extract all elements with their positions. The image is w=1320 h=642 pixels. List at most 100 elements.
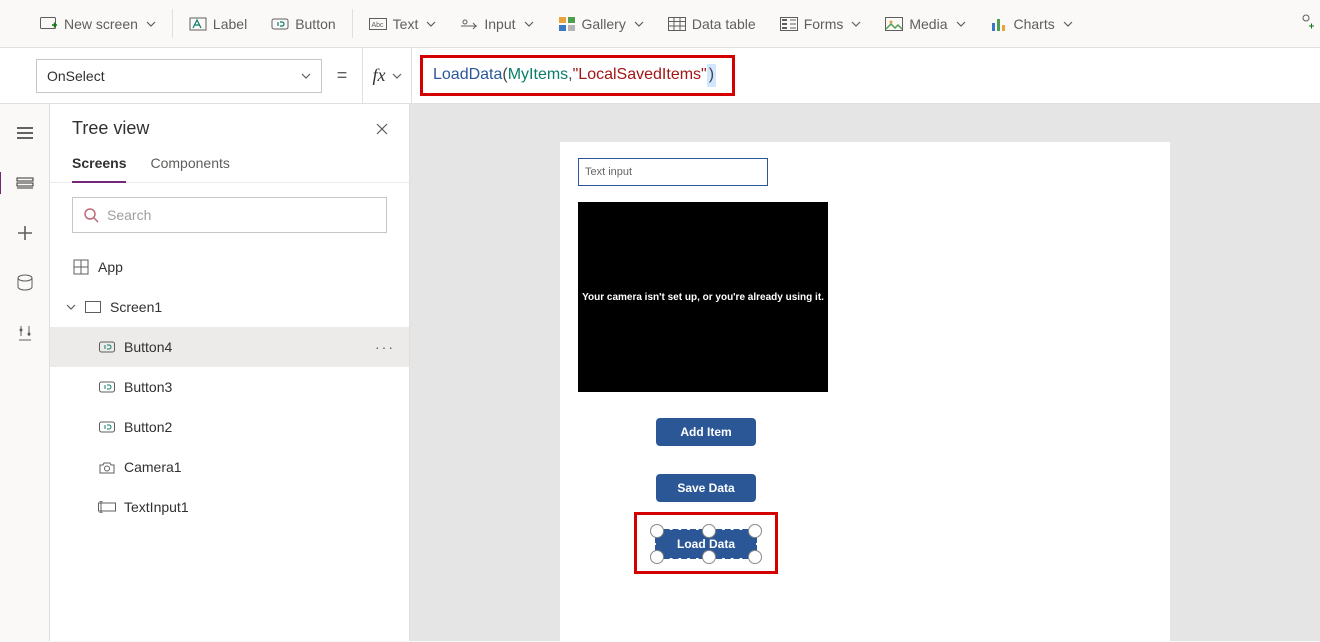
- chevron-down-icon: [956, 19, 966, 29]
- label-icon: [189, 15, 207, 33]
- insert-media-label: Media: [909, 16, 947, 32]
- button-icon: [98, 378, 116, 396]
- load-data-label: Load Data: [677, 537, 735, 551]
- insert-forms-label: Forms: [804, 16, 844, 32]
- ribbon: New screen Label Button Abc Text Input G…: [0, 0, 1320, 48]
- insert-charts-label: Charts: [1014, 16, 1055, 32]
- tree-node-app[interactable]: App: [50, 247, 409, 287]
- app-icon: [72, 258, 90, 276]
- ribbon-divider: [352, 9, 353, 37]
- tree-node-camera1[interactable]: Camera1: [50, 447, 409, 487]
- insert-input-label: Input: [484, 16, 515, 32]
- formula-input[interactable]: LoadData( MyItems, "LocalSavedItems" ): [420, 52, 1296, 100]
- data-table-icon: [668, 15, 686, 33]
- property-value: OnSelect: [47, 68, 105, 84]
- tree-view-panel: Tree view Screens Components Search App …: [50, 104, 410, 641]
- left-rail: [0, 104, 50, 641]
- svg-text:Abc: Abc: [371, 22, 384, 29]
- text-icon: Abc: [369, 15, 387, 33]
- formula-bar: OnSelect = fx LoadData( MyItems, "LocalS…: [0, 48, 1320, 104]
- chevron-down-icon: [634, 19, 644, 29]
- active-indicator: [0, 172, 1, 194]
- chevron-down-icon: [392, 71, 402, 81]
- chevron-down-icon: [66, 302, 76, 312]
- camera-message: Your camera isn't set up, or you're alre…: [582, 292, 824, 303]
- button-icon: [271, 15, 289, 33]
- tree-node-label: Screen1: [110, 299, 162, 315]
- canvas-load-data-button[interactable]: Load Data: [656, 530, 756, 558]
- button-icon: [98, 338, 116, 356]
- fx-button[interactable]: fx: [362, 48, 412, 103]
- tree-node-label: Camera1: [124, 459, 182, 475]
- chevron-down-icon: [301, 71, 311, 81]
- chevron-down-icon: [1063, 19, 1073, 29]
- tree-node-screen1[interactable]: Screen1: [50, 287, 409, 327]
- screen-plus-icon: [40, 15, 58, 33]
- insert-charts-button[interactable]: Charts: [978, 0, 1085, 47]
- tab-components[interactable]: Components: [150, 149, 229, 182]
- forms-icon: [780, 15, 798, 33]
- insert-forms-button[interactable]: Forms: [768, 0, 874, 47]
- media-icon: [885, 15, 903, 33]
- tree-node-textinput1[interactable]: TextInput1: [50, 487, 409, 527]
- insert-gallery-button[interactable]: Gallery: [546, 0, 656, 47]
- tree-node-label: Button4: [124, 339, 172, 355]
- tree-view-icon[interactable]: [14, 172, 36, 194]
- formula-token-fn: LoadData: [433, 64, 502, 86]
- insert-datatable-button[interactable]: Data table: [656, 0, 768, 47]
- insert-gallery-label: Gallery: [582, 16, 626, 32]
- charts-icon: [990, 15, 1008, 33]
- new-screen-label: New screen: [64, 16, 138, 32]
- equals-sign: =: [330, 65, 354, 86]
- tree-node-button4[interactable]: Button4 ···: [50, 327, 409, 367]
- save-data-label: Save Data: [677, 481, 734, 495]
- property-dropdown[interactable]: OnSelect: [36, 59, 322, 93]
- insert-text-button[interactable]: Abc Text: [357, 0, 449, 47]
- tab-screens[interactable]: Screens: [72, 149, 126, 183]
- canvas-camera[interactable]: Your camera isn't set up, or you're alre…: [578, 202, 828, 392]
- input-icon: [460, 15, 478, 33]
- add-item-label: Add Item: [680, 425, 731, 439]
- tree-node-label: App: [98, 259, 123, 275]
- data-icon[interactable]: [14, 272, 36, 294]
- insert-datatable-label: Data table: [692, 16, 756, 32]
- tree-view-title: Tree view: [72, 118, 149, 139]
- screen-icon: [84, 298, 102, 316]
- fx-label: fx: [373, 65, 386, 86]
- insert-button-button[interactable]: Button: [259, 0, 347, 47]
- hamburger-icon[interactable]: [14, 122, 36, 144]
- tree-node-label: TextInput1: [124, 499, 189, 515]
- canvas-text-input[interactable]: Text input: [578, 158, 768, 186]
- insert-icon[interactable]: [14, 222, 36, 244]
- app-canvas[interactable]: Text input Your camera isn't set up, or …: [560, 142, 1170, 642]
- chevron-down-icon: [851, 19, 861, 29]
- button-icon: [98, 418, 116, 436]
- tab-components-label: Components: [150, 155, 229, 171]
- formula-token-arg1: MyItems: [508, 64, 568, 86]
- canvas-area[interactable]: Text input Your camera isn't set up, or …: [410, 104, 1320, 641]
- properties-toggle-icon[interactable]: [1300, 14, 1314, 32]
- tools-icon[interactable]: [14, 322, 36, 344]
- text-input-icon: [98, 498, 116, 516]
- chevron-down-icon: [524, 19, 534, 29]
- formula-highlight-box: LoadData( MyItems, "LocalSavedItems" ): [420, 55, 735, 95]
- insert-media-button[interactable]: Media: [873, 0, 977, 47]
- canvas-add-item-button[interactable]: Add Item: [656, 418, 756, 446]
- tree-node-button3[interactable]: Button3: [50, 367, 409, 407]
- insert-input-button[interactable]: Input: [448, 0, 545, 47]
- canvas-save-data-button[interactable]: Save Data: [656, 474, 756, 502]
- chevron-down-icon: [426, 19, 436, 29]
- tree-node-label: Button2: [124, 419, 172, 435]
- more-icon[interactable]: ···: [375, 339, 395, 355]
- new-screen-button[interactable]: New screen: [28, 0, 168, 47]
- text-input-placeholder: Text input: [585, 166, 632, 178]
- search-icon: [83, 207, 99, 223]
- insert-button-text: Button: [295, 16, 335, 32]
- search-placeholder: Search: [107, 207, 151, 223]
- tree-node-button2[interactable]: Button2: [50, 407, 409, 447]
- formula-token-arg2: "LocalSavedItems": [573, 64, 707, 86]
- search-input[interactable]: Search: [72, 197, 387, 233]
- ribbon-divider: [172, 9, 173, 37]
- close-icon[interactable]: [375, 122, 389, 136]
- insert-label-button[interactable]: Label: [177, 0, 259, 47]
